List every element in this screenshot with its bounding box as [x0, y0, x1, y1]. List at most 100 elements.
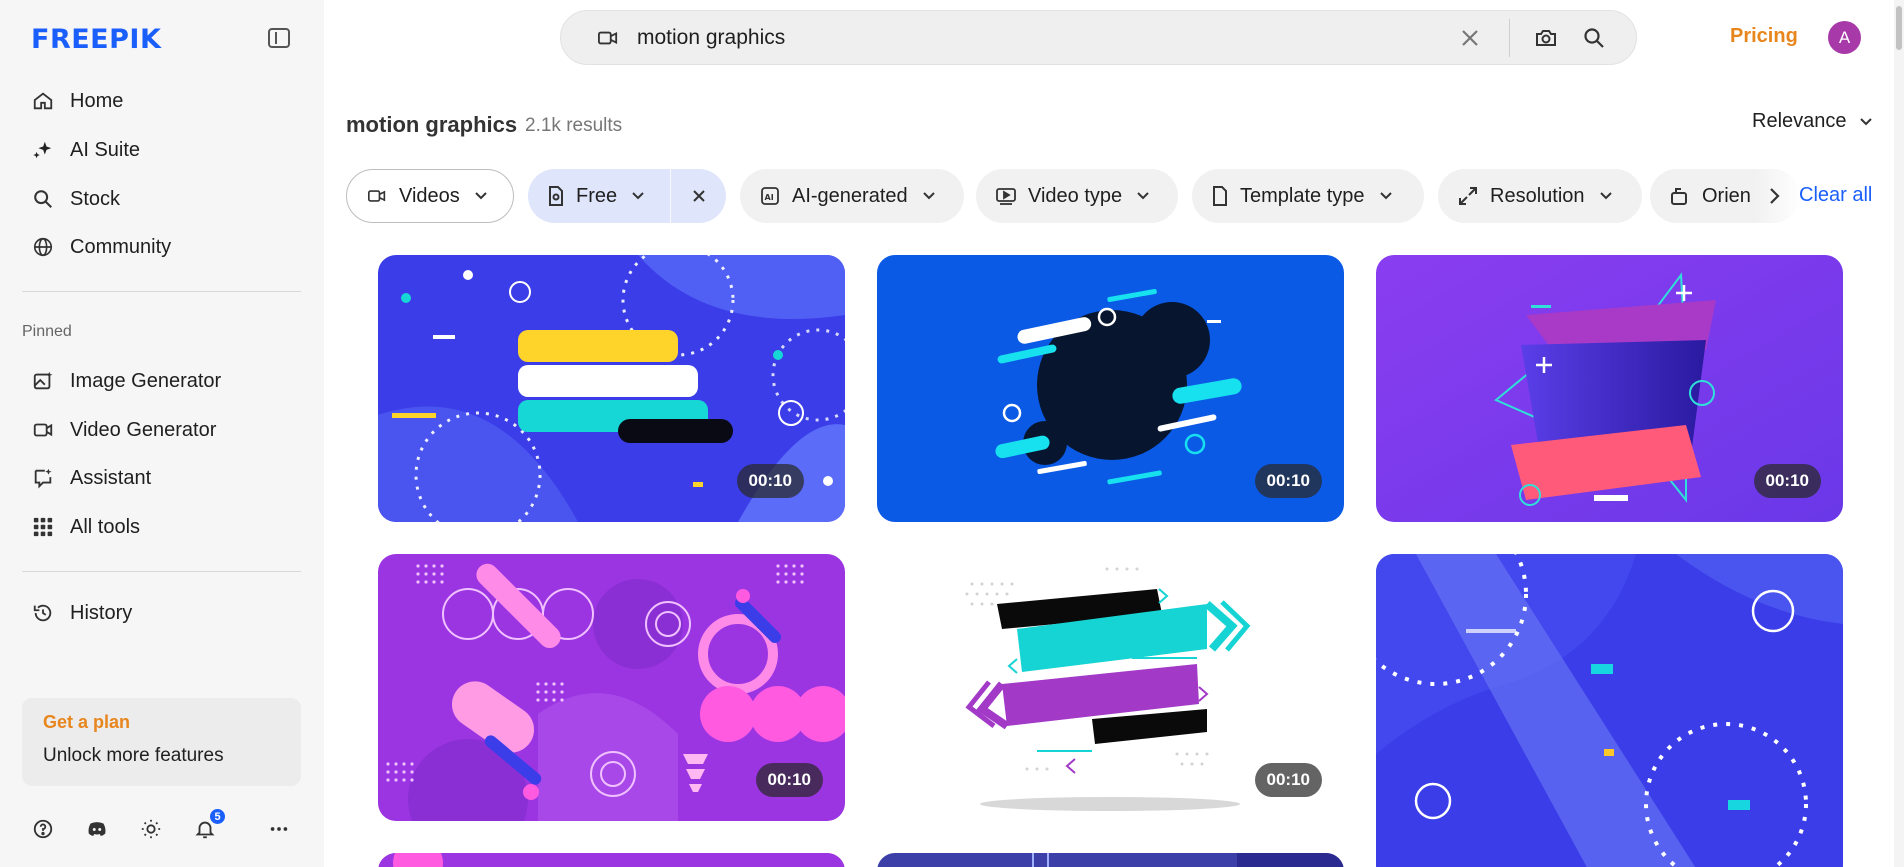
remove-free-filter-button[interactable] [670, 169, 726, 223]
filter-ai-generated[interactable]: AI AI-generated [740, 169, 964, 223]
license-icon [548, 186, 564, 206]
filter-resolution[interactable]: Resolution [1438, 169, 1642, 223]
chat-icon [30, 465, 56, 491]
app-root: FREEPIK Home AI Suite Stock Community Pi… [0, 0, 1904, 867]
sidebar-item-label: AI Suite [70, 138, 141, 161]
globe-icon [30, 234, 56, 260]
sidebar-item-label: History [70, 601, 133, 624]
clear-all-filters-link[interactable]: Clear all [1799, 184, 1872, 207]
sidebar-item-all-tools[interactable]: All tools [30, 507, 140, 547]
sidebar-item-label: Image Generator [70, 369, 222, 392]
filter-label: AI-generated [792, 184, 908, 207]
chevron-down-icon [922, 191, 936, 201]
close-icon [692, 190, 705, 202]
pricing-link[interactable]: Pricing [1730, 25, 1798, 48]
video-card[interactable]: 00:10 [877, 255, 1344, 522]
orientation-icon [1670, 186, 1690, 206]
results-title: motion graphics [346, 112, 518, 137]
notification-count-badge: 5 [208, 807, 227, 826]
duration-badge: 00:10 [1254, 763, 1322, 797]
search-icon [30, 186, 56, 212]
video-card[interactable]: 00:10 [877, 554, 1344, 821]
file-icon [1212, 186, 1228, 206]
notifications-bell-icon[interactable]: 5 [192, 807, 227, 842]
sort-dropdown[interactable]: Relevance [1752, 110, 1873, 133]
card-thumbnail [1376, 554, 1843, 867]
help-icon[interactable] [30, 816, 56, 842]
play-box-icon [996, 187, 1016, 205]
theme-sun-icon[interactable] [138, 816, 164, 842]
scrollbar-thumb[interactable] [1896, 6, 1902, 50]
sidebar-footer: 5 [30, 807, 300, 842]
sort-label: Relevance [1752, 110, 1847, 132]
sidebar-item-community[interactable]: Community [30, 227, 171, 267]
expand-icon [1458, 186, 1478, 206]
chevron-down-icon [1379, 191, 1393, 201]
sidebar-item-ai-suite[interactable]: AI Suite [30, 130, 140, 170]
video-camera-icon [30, 417, 56, 443]
freepik-logo[interactable]: FREEPIK [31, 24, 161, 55]
video-camera-icon[interactable] [597, 28, 619, 53]
sidebar-item-history[interactable]: History [30, 593, 132, 633]
clear-search-icon[interactable] [1458, 26, 1482, 50]
video-card[interactable]: 00:10 [378, 255, 845, 522]
video-card[interactable]: 00:10 [1376, 255, 1843, 522]
video-card[interactable] [1376, 554, 1843, 867]
duration-badge: 00:10 [736, 464, 804, 498]
get-a-plan-card[interactable]: Get a plan Unlock more features [22, 698, 301, 786]
more-options-icon[interactable] [266, 816, 292, 842]
filter-label: Free [576, 184, 618, 207]
search-icon[interactable] [1582, 26, 1606, 50]
duration-badge: 00:10 [1254, 464, 1322, 498]
filter-label: Orien [1702, 184, 1751, 207]
chevron-down-icon [1599, 191, 1613, 201]
svg-text:AI: AI [765, 193, 774, 202]
sidebar-divider [22, 291, 301, 292]
page-scrollbar[interactable] [1894, 0, 1904, 867]
sidebar-item-assistant[interactable]: Assistant [30, 458, 151, 498]
filter-label: Videos [399, 184, 460, 207]
filter-label: Resolution [1490, 184, 1585, 207]
video-card[interactable] [378, 853, 845, 867]
card-thumbnail [877, 853, 1344, 867]
filter-free[interactable]: Free [528, 169, 670, 223]
duration-badge: 00:10 [755, 763, 823, 797]
grid-icon [30, 514, 56, 540]
filter-videos[interactable]: Videos [346, 169, 514, 223]
video-camera-icon [367, 187, 387, 205]
chevron-down-icon [631, 191, 645, 201]
sidebar-item-image-generator[interactable]: Image Generator [30, 361, 221, 401]
sidebar-item-video-generator[interactable]: Video Generator [30, 410, 216, 450]
discord-icon[interactable] [84, 816, 110, 842]
image-gen-icon [30, 368, 56, 394]
sidebar-item-stock[interactable]: Stock [30, 179, 120, 219]
filter-bar: Videos Free AI AI-generated Video type T… [346, 169, 1876, 223]
pinned-heading: Pinned [22, 323, 72, 340]
duration-badge: 00:10 [1753, 464, 1821, 498]
filter-label: Video type [1028, 184, 1123, 207]
chevron-down-icon [474, 191, 488, 201]
sidebar: FREEPIK Home AI Suite Stock Community Pi… [0, 0, 324, 867]
video-card[interactable] [877, 853, 1344, 867]
video-card[interactable]: 00:10 [378, 554, 845, 821]
sidebar-divider [22, 571, 301, 572]
history-icon [30, 600, 56, 626]
plan-title: Get a plan [43, 712, 131, 732]
sidebar-item-label: All tools [70, 515, 141, 538]
filter-template-type[interactable]: Template type [1192, 169, 1424, 223]
chevron-right-icon[interactable] [1762, 184, 1786, 208]
sidebar-item-home[interactable]: Home [30, 81, 123, 121]
avatar[interactable]: A [1828, 21, 1861, 54]
ai-icon: AI [760, 186, 780, 206]
plan-subtitle: Unlock more features [43, 745, 224, 766]
collapse-sidebar-icon[interactable] [268, 28, 290, 48]
camera-search-icon[interactable] [1534, 26, 1558, 50]
search-bar [560, 10, 1637, 65]
chevron-down-icon [1136, 191, 1150, 201]
search-input[interactable] [637, 11, 1397, 64]
filter-video-type[interactable]: Video type [976, 169, 1178, 223]
card-thumbnail [378, 853, 845, 867]
search-divider [1509, 19, 1510, 57]
home-icon [30, 88, 56, 114]
sidebar-item-label: Home [70, 89, 124, 112]
